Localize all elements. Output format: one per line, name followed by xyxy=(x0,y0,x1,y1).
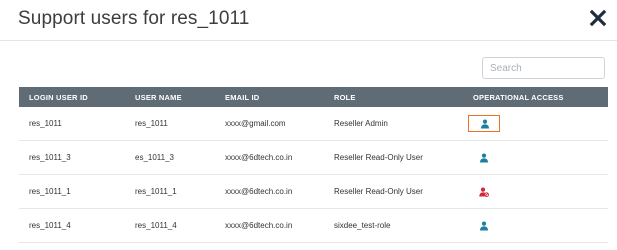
modal-title: Support users for res_1011 xyxy=(18,8,250,29)
table-header-row: LOGIN USER ID USER NAME EMAIL ID ROLE OP… xyxy=(19,87,608,107)
modal-header: Support users for res_1011 xyxy=(0,0,617,41)
cell-login-user-id: res_1011_4 xyxy=(19,208,125,243)
cell-email-id: xxxx@gmail.com xyxy=(215,107,324,141)
cell-login-user-id: res_1011 xyxy=(19,107,125,141)
user-access-icon[interactable] xyxy=(479,153,489,163)
column-header-user-name[interactable]: USER NAME xyxy=(125,87,215,107)
cell-login-user-id: res_1011_3 xyxy=(19,140,125,175)
cell-role: Reseller Admin xyxy=(324,107,463,141)
cell-email-id: xxxx@6dtech.co.in xyxy=(215,208,324,243)
column-header-operational-access[interactable]: OPERATIONAL ACCESS xyxy=(463,87,608,107)
cell-user-name: res_1011_1 xyxy=(125,174,215,209)
user-blocked-icon[interactable] xyxy=(479,187,489,197)
cell-role: sixdee_test-role xyxy=(324,208,463,243)
cell-user-name: es_1011_3 xyxy=(125,140,215,175)
cell-login-user-id: res_1011_1 xyxy=(19,174,125,209)
operational-access-button[interactable] xyxy=(468,115,500,132)
cell-operational-access xyxy=(463,140,608,175)
table-row: res_1011 res_1011 xxxx@gmail.com Reselle… xyxy=(19,107,608,141)
cell-email-id: xxxx@6dtech.co.in xyxy=(215,140,324,175)
user-access-icon[interactable] xyxy=(479,221,489,231)
table-row: res_1011_3 es_1011_3 xxxx@6dtech.co.in R… xyxy=(19,140,608,175)
user-access-icon xyxy=(481,119,489,129)
cell-operational-access xyxy=(463,174,608,209)
table-row: res_1011_1 res_1011_1 xxxx@6dtech.co.in … xyxy=(19,174,608,209)
cell-email-id: xxxx@6dtech.co.in xyxy=(215,174,324,209)
column-header-email-id[interactable]: EMAIL ID xyxy=(215,87,324,107)
cell-user-name: res_1011 xyxy=(125,107,215,141)
cell-role: Reseller Read-Only User xyxy=(324,174,463,209)
support-users-table: LOGIN USER ID USER NAME EMAIL ID ROLE OP… xyxy=(19,87,608,243)
cell-operational-access xyxy=(463,208,608,243)
search-input[interactable] xyxy=(482,57,605,79)
cell-user-name: res_1011_4 xyxy=(125,208,215,243)
cell-operational-access xyxy=(463,107,608,141)
cell-role: Reseller Read-Only User xyxy=(324,140,463,175)
table-row: res_1011_4 res_1011_4 xxxx@6dtech.co.in … xyxy=(19,208,608,243)
column-header-login-user-id[interactable]: LOGIN USER ID xyxy=(19,87,125,107)
column-header-role[interactable]: ROLE xyxy=(324,87,463,107)
close-icon[interactable] xyxy=(589,9,607,27)
